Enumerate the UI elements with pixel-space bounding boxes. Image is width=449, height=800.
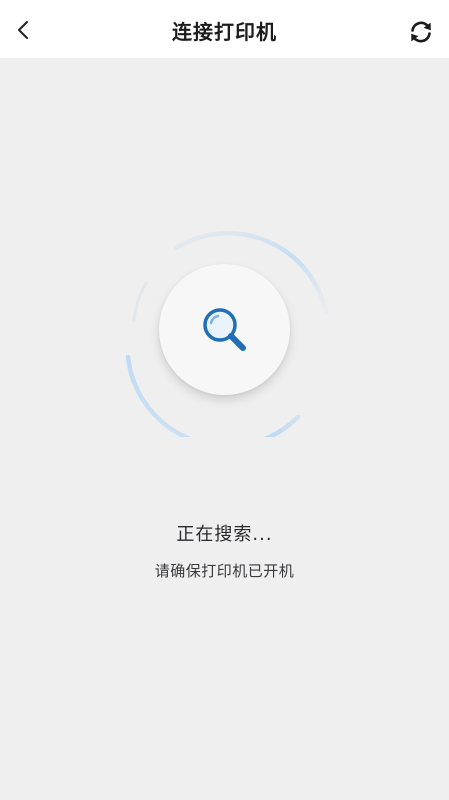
page-title: 连接打印机 [172, 20, 277, 44]
refresh-icon [411, 21, 431, 43]
search-indicator [159, 264, 290, 395]
search-icon [202, 307, 246, 351]
refresh-button[interactable] [405, 16, 437, 48]
scan-arc-left [132, 281, 148, 323]
searching-status: 正在搜索... [176, 524, 273, 545]
printer-power-hint: 请确保打印机已开机 [154, 562, 295, 580]
top-bar: 连接打印机 [0, 0, 449, 58]
